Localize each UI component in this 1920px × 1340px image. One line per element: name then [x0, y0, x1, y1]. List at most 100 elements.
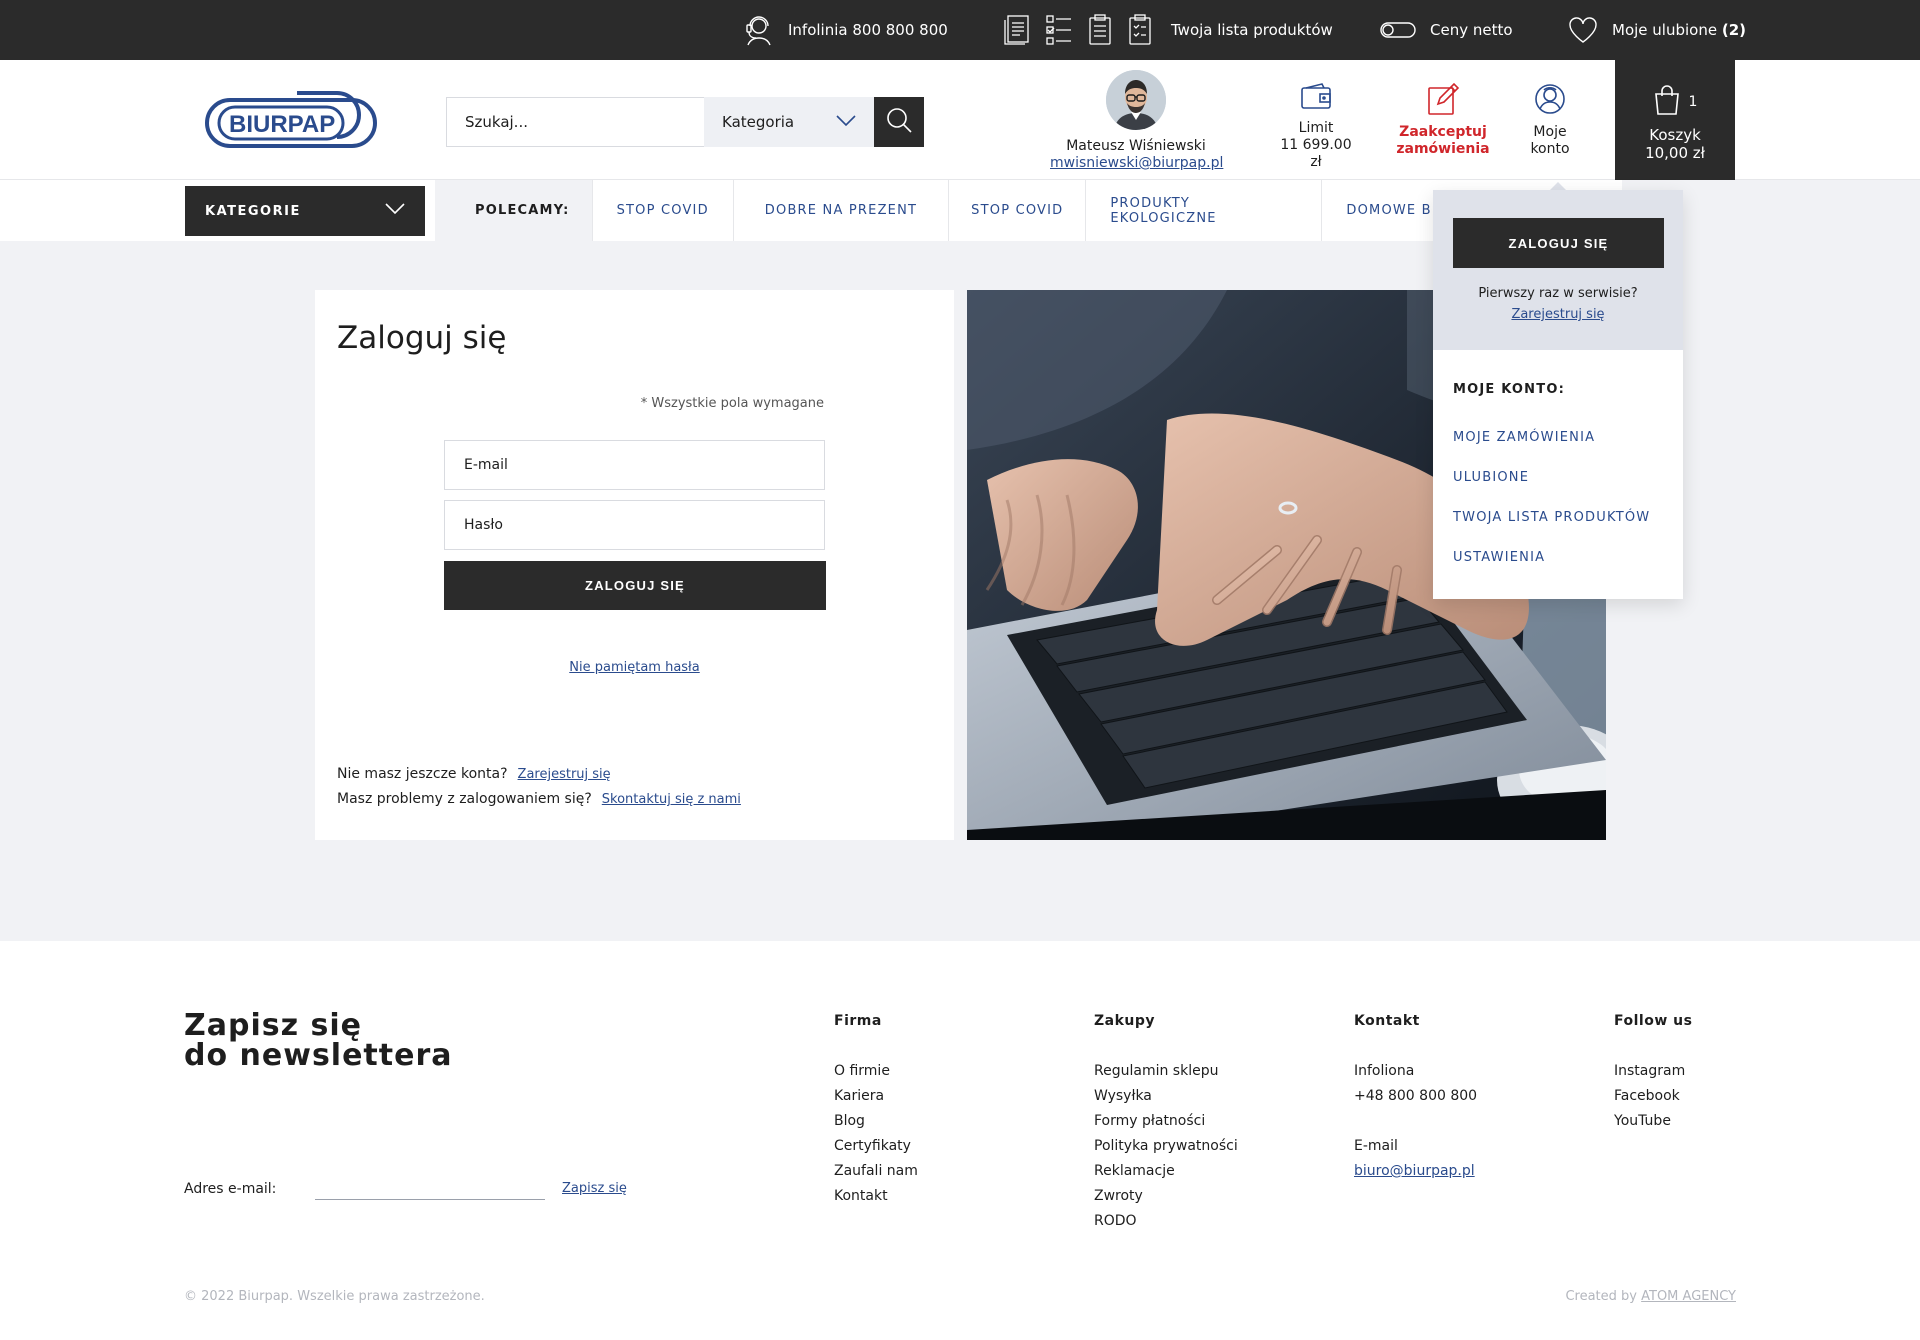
logo[interactable]: BIURPAP — [205, 90, 377, 154]
footer-link[interactable]: Kariera — [834, 1084, 918, 1109]
copyright: © 2022 Biurpap. Wszelkie prawa zastrzeżo… — [184, 1289, 485, 1304]
edit-document-icon — [1393, 82, 1493, 116]
accept-orders-link[interactable]: Zaakceptuj zamówienia — [1393, 82, 1493, 158]
login-card: Zaloguj się * Wszystkie pola wymagane ZA… — [315, 290, 954, 840]
accept-orders-line1: Zaakceptuj — [1399, 124, 1487, 140]
footer-link[interactable]: Wysyłka — [1094, 1084, 1238, 1109]
newsletter-email-input[interactable] — [315, 1179, 545, 1200]
footer-column-contact: Kontakt Infoliona +48 800 800 800 E-mail… — [1354, 1013, 1477, 1184]
cart-label: Koszyk — [1649, 126, 1701, 144]
register-link[interactable]: Zarejestruj się — [518, 767, 611, 782]
footer-link[interactable]: Polityka prywatności — [1094, 1134, 1238, 1159]
dropdown-register-link[interactable]: Zarejestruj się — [1511, 307, 1604, 322]
footer-column-company: Firma O firmie Kariera Blog Certyfikaty … — [834, 1013, 918, 1209]
no-account-text: Nie masz jeszcze konta? — [337, 766, 508, 782]
forgot-password-row: Nie pamiętam hasła — [315, 660, 954, 675]
created-by: Created by ATOM AGENCY — [1565, 1289, 1736, 1304]
my-account-line1: Moje — [1533, 124, 1567, 140]
newsletter-subscribe-link[interactable]: Zapisz się — [562, 1181, 627, 1196]
footer-column-social: Follow us Instagram Facebook YouTube — [1614, 1013, 1692, 1134]
checklist-icon — [1045, 14, 1073, 46]
footer-link[interactable]: Blog — [834, 1109, 918, 1134]
phone-label: Infoliona — [1354, 1063, 1415, 1079]
user-email[interactable]: mwisniewski@biurpap.pl — [1050, 155, 1223, 172]
my-account-link[interactable]: Moje konto — [1520, 82, 1580, 158]
created-by-label: Created by — [1565, 1289, 1637, 1304]
forgot-password-link[interactable]: Nie pamiętam hasła — [569, 660, 699, 675]
clipboard-check-icon — [1127, 14, 1153, 46]
dropdown-login-button[interactable]: ZALOGUJ SIĘ — [1453, 218, 1664, 268]
limit-value: 11 699.00 zł — [1280, 137, 1352, 170]
footer-link[interactable]: Formy płatności — [1094, 1109, 1238, 1134]
search-bar: Kategoria — [446, 97, 924, 147]
agency-link[interactable]: ATOM AGENCY — [1641, 1289, 1736, 1304]
search-input[interactable] — [446, 97, 704, 147]
newsletter-title-line1: Zapisz się — [184, 1008, 363, 1043]
first-time-text: Pierwszy raz w serwisie? — [1478, 286, 1638, 301]
net-prices-toggle[interactable]: Ceny netto — [1380, 0, 1513, 60]
nav-link-eco[interactable]: PRODUKTY EKOLOGICZNE — [1086, 180, 1323, 241]
login-button[interactable]: ZALOGUJ SIĘ — [444, 561, 826, 610]
footer: Zapisz się do newslettera Adres e-mail: … — [0, 941, 1920, 1340]
dropdown-login-section — [1433, 190, 1683, 350]
footer-heading: Kontakt — [1354, 1013, 1420, 1029]
footer-link[interactable]: Certyfikaty — [834, 1134, 918, 1159]
footer-link[interactable]: RODO — [1094, 1209, 1238, 1234]
nav-link-stop-covid[interactable]: STOP COVID — [591, 180, 734, 241]
toggle-icon[interactable] — [1380, 22, 1416, 38]
favorites-link[interactable]: Moje ulubione (2) — [1568, 0, 1746, 60]
clipboard-icon — [1087, 14, 1113, 46]
social-link-youtube[interactable]: YouTube — [1614, 1109, 1692, 1134]
newsletter-title: Zapisz się do newslettera — [184, 1011, 453, 1071]
hotline[interactable]: Infolinia 800 800 800 — [742, 0, 948, 60]
document-list-icon — [1003, 14, 1031, 46]
password-field[interactable] — [444, 500, 825, 550]
social-link-facebook[interactable]: Facebook — [1614, 1084, 1692, 1109]
email-label: E-mail — [1354, 1138, 1398, 1154]
footer-link[interactable]: Zaufali nam — [834, 1159, 918, 1184]
user-name: Mateusz Wiśniewski — [1066, 138, 1206, 154]
social-link-instagram[interactable]: Instagram — [1614, 1059, 1692, 1084]
favorites-count: (2) — [1721, 21, 1747, 39]
footer-link[interactable]: Zwroty — [1094, 1184, 1238, 1209]
headset-icon — [742, 14, 774, 46]
dropdown-link-settings[interactable]: USTAWIENIA — [1453, 550, 1545, 565]
account-dropdown: ZALOGUJ SIĘ Pierwszy raz w serwisie? Zar… — [1433, 190, 1683, 599]
limit-info[interactable]: Limit 11 699.00 zł — [1275, 82, 1357, 171]
chevron-down-icon — [836, 113, 856, 131]
recommended-label: POLECAMY: — [475, 203, 570, 218]
contact-link[interactable]: Skontaktuj się z nami — [602, 792, 741, 807]
footer-link[interactable]: Regulamin sklepu — [1094, 1059, 1238, 1084]
dropdown-link-product-list[interactable]: TWOJA LISTA PRODUKTÓW — [1453, 510, 1650, 525]
footer-link[interactable]: Reklamacje — [1094, 1159, 1238, 1184]
cart-total: 10,00 zł — [1645, 144, 1705, 162]
footer-link[interactable]: Kontakt — [834, 1184, 918, 1209]
avatar — [1106, 70, 1166, 130]
limit-label: Limit — [1298, 120, 1334, 136]
categories-button[interactable]: KATEGORIE — [185, 186, 425, 236]
footer-column-shopping: Zakupy Regulamin sklepu Wysyłka Formy pł… — [1094, 1013, 1238, 1234]
nav-link-gift[interactable]: DOBRE NA PREZENT — [733, 180, 950, 241]
user-profile[interactable]: Mateusz Wiśniewski mwisniewski@biurpap.p… — [1050, 70, 1223, 172]
category-select-label: Kategoria — [722, 113, 795, 131]
dropdown-link-orders[interactable]: MOJE ZAMÓWIENIA — [1453, 430, 1595, 445]
footer-heading: Zakupy — [1094, 1013, 1156, 1029]
search-button[interactable] — [874, 97, 924, 147]
hotline-text: Infolinia 800 800 800 — [788, 21, 948, 39]
newsletter-email-label: Adres e-mail: — [184, 1181, 277, 1197]
cart-button[interactable]: 1 Koszyk 10,00 zł — [1615, 60, 1735, 180]
category-select[interactable]: Kategoria — [704, 97, 874, 147]
user-circle-icon — [1520, 82, 1580, 116]
footer-heading: Follow us — [1614, 1013, 1693, 1029]
accept-orders-line2: zamówienia — [1396, 141, 1490, 157]
email-link[interactable]: biuro@biurpap.pl — [1354, 1159, 1477, 1184]
logo-text: BIURPAP — [229, 111, 335, 138]
product-list-link[interactable]: Twoja lista produktów — [1003, 0, 1333, 60]
top-bar: Infolinia 800 800 800 Twoja lista produk… — [0, 0, 1920, 60]
page-title: Zaloguj się — [337, 320, 507, 356]
nav-link-stop-covid-2[interactable]: STOP COVID — [949, 180, 1087, 241]
dropdown-link-favorites[interactable]: ULUBIONE — [1453, 470, 1529, 485]
phone-number[interactable]: +48 800 800 800 — [1354, 1084, 1477, 1109]
footer-link[interactable]: O firmie — [834, 1059, 918, 1084]
email-field[interactable] — [444, 440, 825, 490]
